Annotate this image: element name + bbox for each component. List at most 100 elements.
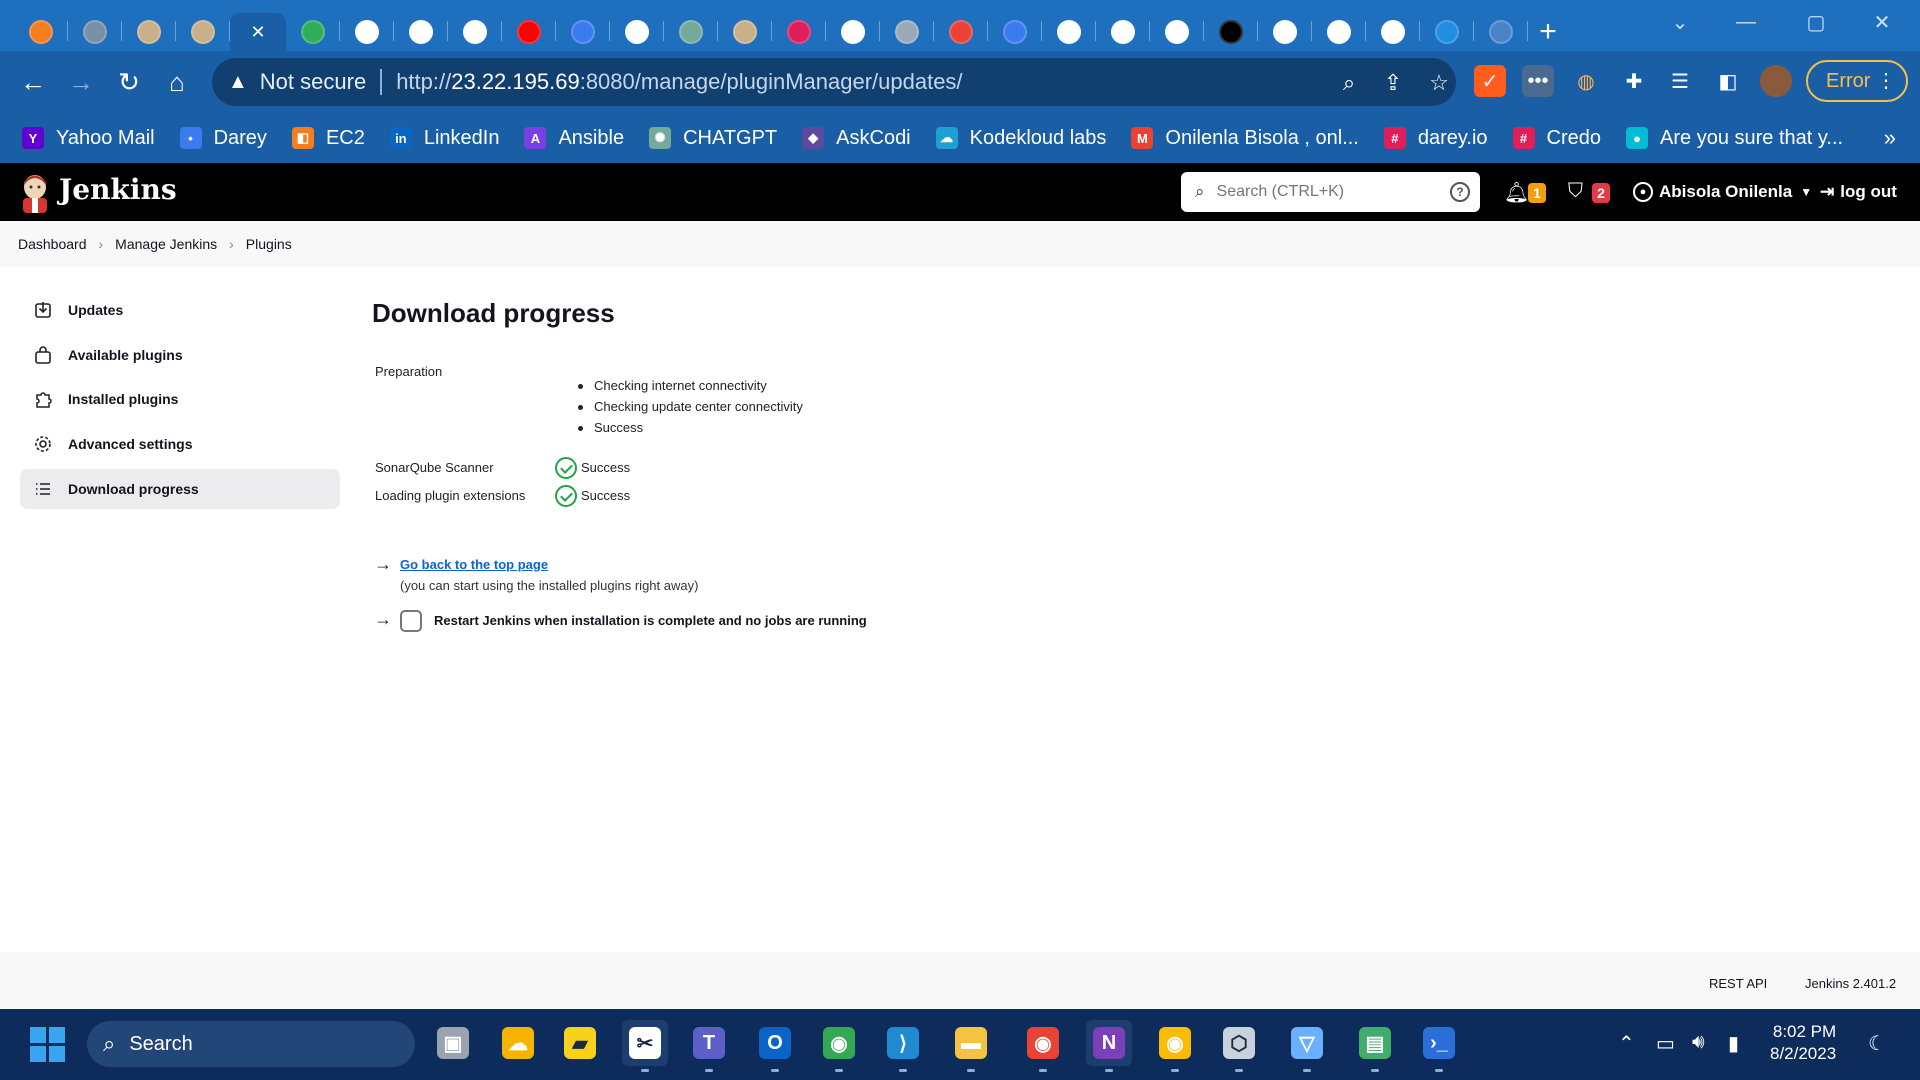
restart-checkbox-label[interactable]: Restart Jenkins when installation is com… <box>434 613 867 628</box>
taskbar-search[interactable]: ⌕ Search <box>87 1021 415 1067</box>
taskbar-app-task-view[interactable]: ▣ <box>430 1020 476 1066</box>
browser-tab[interactable] <box>68 13 122 51</box>
network-icon[interactable]: ▭ <box>1656 1031 1675 1056</box>
side-panel-icon[interactable]: ◧ <box>1712 65 1744 97</box>
taskbar-app-chrome[interactable]: ◉ <box>816 1020 862 1072</box>
browser-tab[interactable] <box>664 13 718 51</box>
bookmark-item[interactable]: ✺ CHATGPT <box>649 127 777 150</box>
browser-tab[interactable] <box>286 13 340 51</box>
reading-list-icon[interactable]: ☰ <box>1664 65 1696 97</box>
taskbar-app-weather[interactable]: ☁ <box>495 1020 541 1066</box>
taskbar-app-vpn[interactable]: ▽ <box>1284 1020 1330 1072</box>
home-button[interactable]: ⌂ <box>154 59 200 105</box>
volume-icon[interactable]: 🔊︎ <box>1692 1031 1705 1054</box>
restart-checkbox[interactable] <box>400 610 422 632</box>
browser-tab[interactable] <box>1204 13 1258 51</box>
browser-tab[interactable] <box>122 13 176 51</box>
address-bar[interactable]: ▲ Not secure http://23.22.195.69:8080/ma… <box>212 58 1456 106</box>
shield-icon[interactable]: ⛉ <box>1568 180 1583 203</box>
browser-tab[interactable] <box>1366 13 1420 51</box>
browser-tab[interactable] <box>1420 13 1474 51</box>
breadcrumb-plugins[interactable]: Plugins <box>246 236 292 252</box>
windows-start-icon[interactable] <box>30 1027 66 1063</box>
notification-badge[interactable]: 1 <box>1528 183 1546 203</box>
breadcrumb-manage-jenkins[interactable]: Manage Jenkins <box>115 236 217 252</box>
taskbar-app-powershell[interactable]: ›_ <box>1416 1020 1462 1072</box>
browser-tab-active[interactable]: ✕ <box>230 13 286 51</box>
browser-tab[interactable] <box>934 13 988 51</box>
help-icon[interactable]: ? <box>1450 182 1470 202</box>
focus-moon-icon[interactable]: ☾ <box>1868 1031 1886 1056</box>
browser-tab[interactable] <box>448 13 502 51</box>
browser-tab[interactable] <box>1096 13 1150 51</box>
browser-tab[interactable] <box>718 13 772 51</box>
bookmarks-overflow-icon[interactable]: » <box>1884 125 1896 151</box>
browser-tab[interactable] <box>394 13 448 51</box>
taskbar-app-virtualbox[interactable]: ⬡ <box>1216 1020 1262 1072</box>
bookmark-item[interactable]: # darey.io <box>1383 127 1488 150</box>
browser-tab[interactable] <box>556 13 610 51</box>
bookmark-star-icon[interactable]: ☆ <box>1424 68 1454 98</box>
bookmark-item[interactable]: in LinkedIn <box>389 127 499 150</box>
security-badge[interactable]: 2 <box>1592 183 1610 203</box>
user-menu[interactable]: ● Abisola Onilenla ▼ <box>1633 182 1812 202</box>
sidebar-item-available-plugins[interactable]: Available plugins <box>20 335 340 375</box>
battery-icon[interactable]: ▮ <box>1728 1031 1739 1056</box>
bookmark-item[interactable]: # Credo <box>1512 127 1601 150</box>
browser-tab[interactable] <box>772 13 826 51</box>
more-menu-icon[interactable]: ⋮ <box>1876 68 1896 93</box>
jenkins-search-box[interactable]: ⌕ ? <box>1181 172 1480 212</box>
browser-tab[interactable] <box>340 13 394 51</box>
bookmark-item[interactable]: ◆ AskCodi <box>802 127 911 150</box>
tray-chevron-up-icon[interactable]: ⌃ <box>1618 1031 1635 1056</box>
taskbar-app-chrome[interactable]: ◉ <box>1152 1020 1198 1072</box>
bookmark-item[interactable]: A Ansible <box>524 127 624 150</box>
extension-brave-icon[interactable]: ✓ <box>1474 65 1506 97</box>
extensions-puzzle-icon[interactable]: ✚ <box>1618 65 1650 97</box>
maximize-button[interactable]: ▢ <box>1786 0 1846 45</box>
forward-button[interactable]: → <box>58 59 104 105</box>
bookmark-item[interactable]: • Darey <box>179 127 267 150</box>
browser-tab[interactable] <box>610 13 664 51</box>
sidebar-item-advanced-settings[interactable]: Advanced settings <box>20 424 340 464</box>
jenkins-version-link[interactable]: Jenkins 2.401.2 <box>1805 976 1896 991</box>
browser-tab[interactable] <box>14 13 68 51</box>
taskbar-app-teams[interactable]: T <box>686 1020 732 1072</box>
back-button[interactable]: ← <box>10 59 56 105</box>
reload-button[interactable]: ↻ <box>106 59 152 105</box>
browser-tab[interactable] <box>1042 13 1096 51</box>
tab-search-chevron-icon[interactable]: ⌄ <box>1650 0 1710 45</box>
extension-dots-icon[interactable]: ••• <box>1522 65 1554 97</box>
bookmark-item[interactable]: ☁ Kodekloud labs <box>935 127 1106 150</box>
jenkins-search-input[interactable] <box>1216 183 1427 201</box>
breadcrumb-dashboard[interactable]: Dashboard <box>18 236 87 252</box>
taskbar-app-vscode[interactable]: ⟩ <box>880 1020 926 1072</box>
system-clock[interactable]: 8:02 PM 8/2/2023 <box>1770 1021 1836 1065</box>
new-tab-button[interactable]: + <box>1528 13 1568 51</box>
browser-tab[interactable] <box>176 13 230 51</box>
bell-icon[interactable]: 🔔︎ <box>1504 180 1529 205</box>
browser-tab[interactable] <box>1474 13 1528 51</box>
taskbar-app-sticky-notes[interactable]: ▰ <box>557 1020 603 1066</box>
browser-tab[interactable] <box>1150 13 1204 51</box>
minimize-button[interactable]: — <box>1716 0 1776 45</box>
taskbar-app-chrome[interactable]: ◉ <box>1020 1020 1066 1072</box>
taskbar-app-snipping-tool[interactable]: ✂ <box>622 1020 668 1072</box>
taskbar-app-outlook[interactable]: O <box>752 1020 798 1072</box>
browser-tab[interactable] <box>880 13 934 51</box>
bookmark-item[interactable]: ◧ EC2 <box>291 127 365 150</box>
close-window-button[interactable]: ✕ <box>1852 0 1912 45</box>
jenkins-title[interactable]: Jenkins <box>59 173 177 206</box>
sidebar-item-download-progress[interactable]: Download progress <box>20 468 340 509</box>
error-button[interactable]: Error ⋮ <box>1806 60 1908 102</box>
profile-avatar[interactable] <box>1760 65 1792 97</box>
go-back-top-link[interactable]: Go back to the top page <box>400 557 548 572</box>
logout-link[interactable]: ⇥ log out <box>1820 182 1897 202</box>
bookmark-item[interactable]: M Onilenla Bisola , onl... <box>1131 127 1359 150</box>
browser-tab[interactable] <box>988 13 1042 51</box>
sidebar-item-installed-plugins[interactable]: Installed plugins <box>20 379 340 419</box>
zoom-icon[interactable]: ⌕ <box>1334 68 1364 98</box>
browser-tab[interactable] <box>502 13 556 51</box>
bookmark-item[interactable]: ● Are you sure that y... <box>1626 127 1843 150</box>
extension-fox-icon[interactable]: ◍ <box>1570 65 1602 97</box>
